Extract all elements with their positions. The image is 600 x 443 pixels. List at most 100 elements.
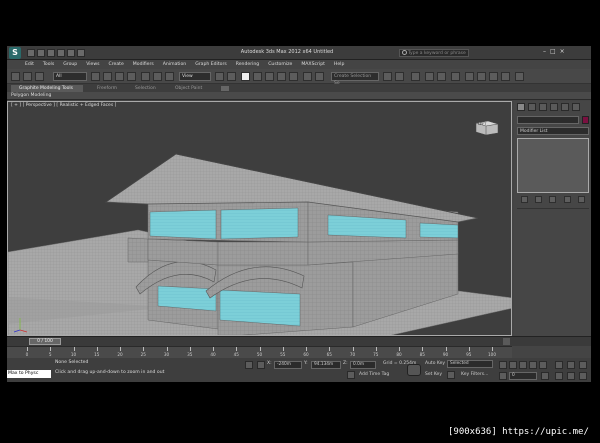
undo-icon[interactable] — [57, 49, 65, 57]
select-by-name-icon[interactable] — [103, 72, 112, 81]
key-mode-dropdown[interactable]: Selected — [447, 360, 493, 368]
spinner-snap-icon[interactable] — [289, 72, 298, 81]
angle-snap-icon[interactable] — [265, 72, 274, 81]
previous-frame-icon[interactable] — [509, 361, 517, 369]
link-icon[interactable] — [23, 72, 32, 81]
menu-help[interactable]: Help — [334, 62, 344, 67]
menu-rendering[interactable]: Rendering — [236, 62, 259, 67]
snap-toggle-icon[interactable] — [253, 72, 262, 81]
track-bar[interactable]: 0 5 10 15 20 25 30 35 40 45 50 55 60 65 70 75 80 85 90 95 10… — [7, 346, 512, 358]
ribbon-minimize-icon[interactable] — [221, 86, 229, 91]
select-manipulate-icon[interactable] — [227, 72, 236, 81]
mirror-icon[interactable] — [315, 72, 324, 81]
motion-panel-icon[interactable] — [550, 103, 558, 111]
key-filter-icon[interactable] — [447, 371, 455, 379]
menu-maxscript[interactable]: MAXScript — [301, 62, 325, 67]
time-config-icon[interactable] — [541, 372, 549, 380]
current-frame-field[interactable]: 0 — [509, 372, 537, 380]
set-key-icon[interactable] — [407, 364, 421, 376]
undo-toolbar-icon[interactable] — [11, 72, 20, 81]
tab-graphite-modeling-tools[interactable]: Graphite Modeling Tools — [11, 85, 83, 92]
menu-group[interactable]: Group — [63, 62, 77, 67]
create-panel-icon[interactable] — [517, 103, 525, 111]
project-folder-icon[interactable] — [77, 49, 85, 57]
menu-customize[interactable]: Customize — [268, 62, 292, 67]
add-time-tag-button[interactable]: Add Time Tag — [359, 372, 389, 377]
maxscript-listener-input[interactable]: Max to Physc — [7, 370, 51, 378]
redo-icon[interactable] — [67, 49, 75, 57]
minimize-button[interactable]: – — [543, 48, 546, 55]
utilities-panel-icon[interactable] — [572, 103, 580, 111]
menu-graph-editors[interactable]: Graph Editors — [195, 62, 227, 67]
maximize-button[interactable]: □ — [550, 48, 556, 55]
keyboard-shortcut-icon[interactable] — [241, 72, 250, 81]
selection-filter-dropdown[interactable]: All — [53, 72, 87, 81]
new-file-icon[interactable] — [27, 49, 35, 57]
menu-edit[interactable]: Edit — [25, 62, 34, 67]
y-coordinate-field[interactable]: 94.134m — [311, 361, 341, 369]
polygon-modeling-bar[interactable]: Polygon Modeling — [7, 92, 591, 100]
window-crossing-icon[interactable] — [127, 72, 136, 81]
modifier-list-dropdown[interactable]: Modifier List — [517, 127, 589, 135]
menu-modifiers[interactable]: Modifiers — [133, 62, 154, 67]
edit-named-selection-icon[interactable] — [303, 72, 312, 81]
x-coordinate-field[interactable]: -240m — [274, 361, 302, 369]
percent-snap-icon[interactable] — [277, 72, 286, 81]
menu-create[interactable]: Create — [109, 62, 124, 67]
rect-selection-icon[interactable] — [115, 72, 124, 81]
play-icon[interactable] — [519, 361, 527, 369]
key-filters-button[interactable]: Key Filters... — [461, 372, 488, 377]
search-input[interactable]: Type a keyword or phrase — [399, 49, 469, 57]
hierarchy-panel-icon[interactable] — [539, 103, 547, 111]
z-coordinate-field[interactable]: 0.0m — [350, 361, 376, 369]
move-icon[interactable] — [141, 72, 150, 81]
render-production-icon[interactable] — [489, 72, 498, 81]
pivot-center-icon[interactable] — [215, 72, 224, 81]
material-editor-icon[interactable] — [451, 72, 460, 81]
teapot-render-icon[interactable] — [501, 72, 510, 81]
display-panel-icon[interactable] — [561, 103, 569, 111]
render-setup-icon[interactable] — [465, 72, 474, 81]
tab-object-paint[interactable]: Object Paint — [175, 85, 202, 92]
object-color-swatch[interactable] — [582, 116, 589, 124]
remove-modifier-icon[interactable] — [563, 196, 571, 203]
modifier-stack[interactable] — [517, 138, 589, 193]
rendered-frame-icon[interactable] — [477, 72, 486, 81]
pan-view-icon[interactable] — [567, 372, 575, 380]
auto-key-button[interactable]: Auto Key — [425, 361, 445, 366]
zoom-icon[interactable] — [555, 361, 563, 369]
object-name-field[interactable] — [517, 116, 579, 124]
zoom-extents-icon[interactable] — [579, 361, 587, 369]
tab-freeform[interactable]: Freeform — [97, 85, 117, 92]
schematic-view-icon[interactable] — [437, 72, 446, 81]
time-slider-bar[interactable]: 0 / 100 — [7, 336, 591, 346]
zoom-all-icon[interactable] — [567, 361, 575, 369]
named-selection-set-dropdown[interactable]: Create Selection Se — [331, 72, 379, 86]
show-end-result-icon[interactable] — [535, 196, 543, 203]
configure-sets-icon[interactable] — [578, 196, 586, 203]
time-tag-icon[interactable] — [347, 371, 355, 379]
key-mode-toggle-icon[interactable] — [499, 372, 507, 380]
graphite-toggle-icon[interactable] — [411, 72, 420, 81]
absolute-mode-icon[interactable] — [257, 361, 265, 369]
layer-manager-icon[interactable] — [395, 72, 404, 81]
pin-stack-icon[interactable] — [520, 196, 528, 203]
perspective-viewport[interactable]: [ + ] [ Perspective ] [ Realistic + Edge… — [7, 101, 512, 336]
render-iterative-icon[interactable] — [515, 72, 524, 81]
unlink-icon[interactable] — [35, 72, 44, 81]
lock-selection-icon[interactable] — [245, 361, 253, 369]
set-key-button[interactable]: Set Key — [425, 372, 442, 377]
open-file-icon[interactable] — [37, 49, 45, 57]
modify-panel-icon[interactable] — [528, 103, 536, 111]
select-object-icon[interactable] — [91, 72, 100, 81]
maximize-viewport-icon[interactable] — [579, 372, 587, 380]
scale-icon[interactable] — [165, 72, 174, 81]
next-key-icon[interactable] — [529, 361, 537, 369]
menu-views[interactable]: Views — [86, 62, 99, 67]
go-to-end-icon[interactable] — [539, 361, 547, 369]
menu-tools[interactable]: Tools — [43, 62, 54, 67]
viewport-label[interactable]: [ + ] [ Perspective ] [ Realistic + Edge… — [11, 103, 116, 108]
save-file-icon[interactable] — [47, 49, 55, 57]
curve-editor-icon[interactable] — [425, 72, 434, 81]
next-frame-icon[interactable] — [503, 338, 510, 345]
